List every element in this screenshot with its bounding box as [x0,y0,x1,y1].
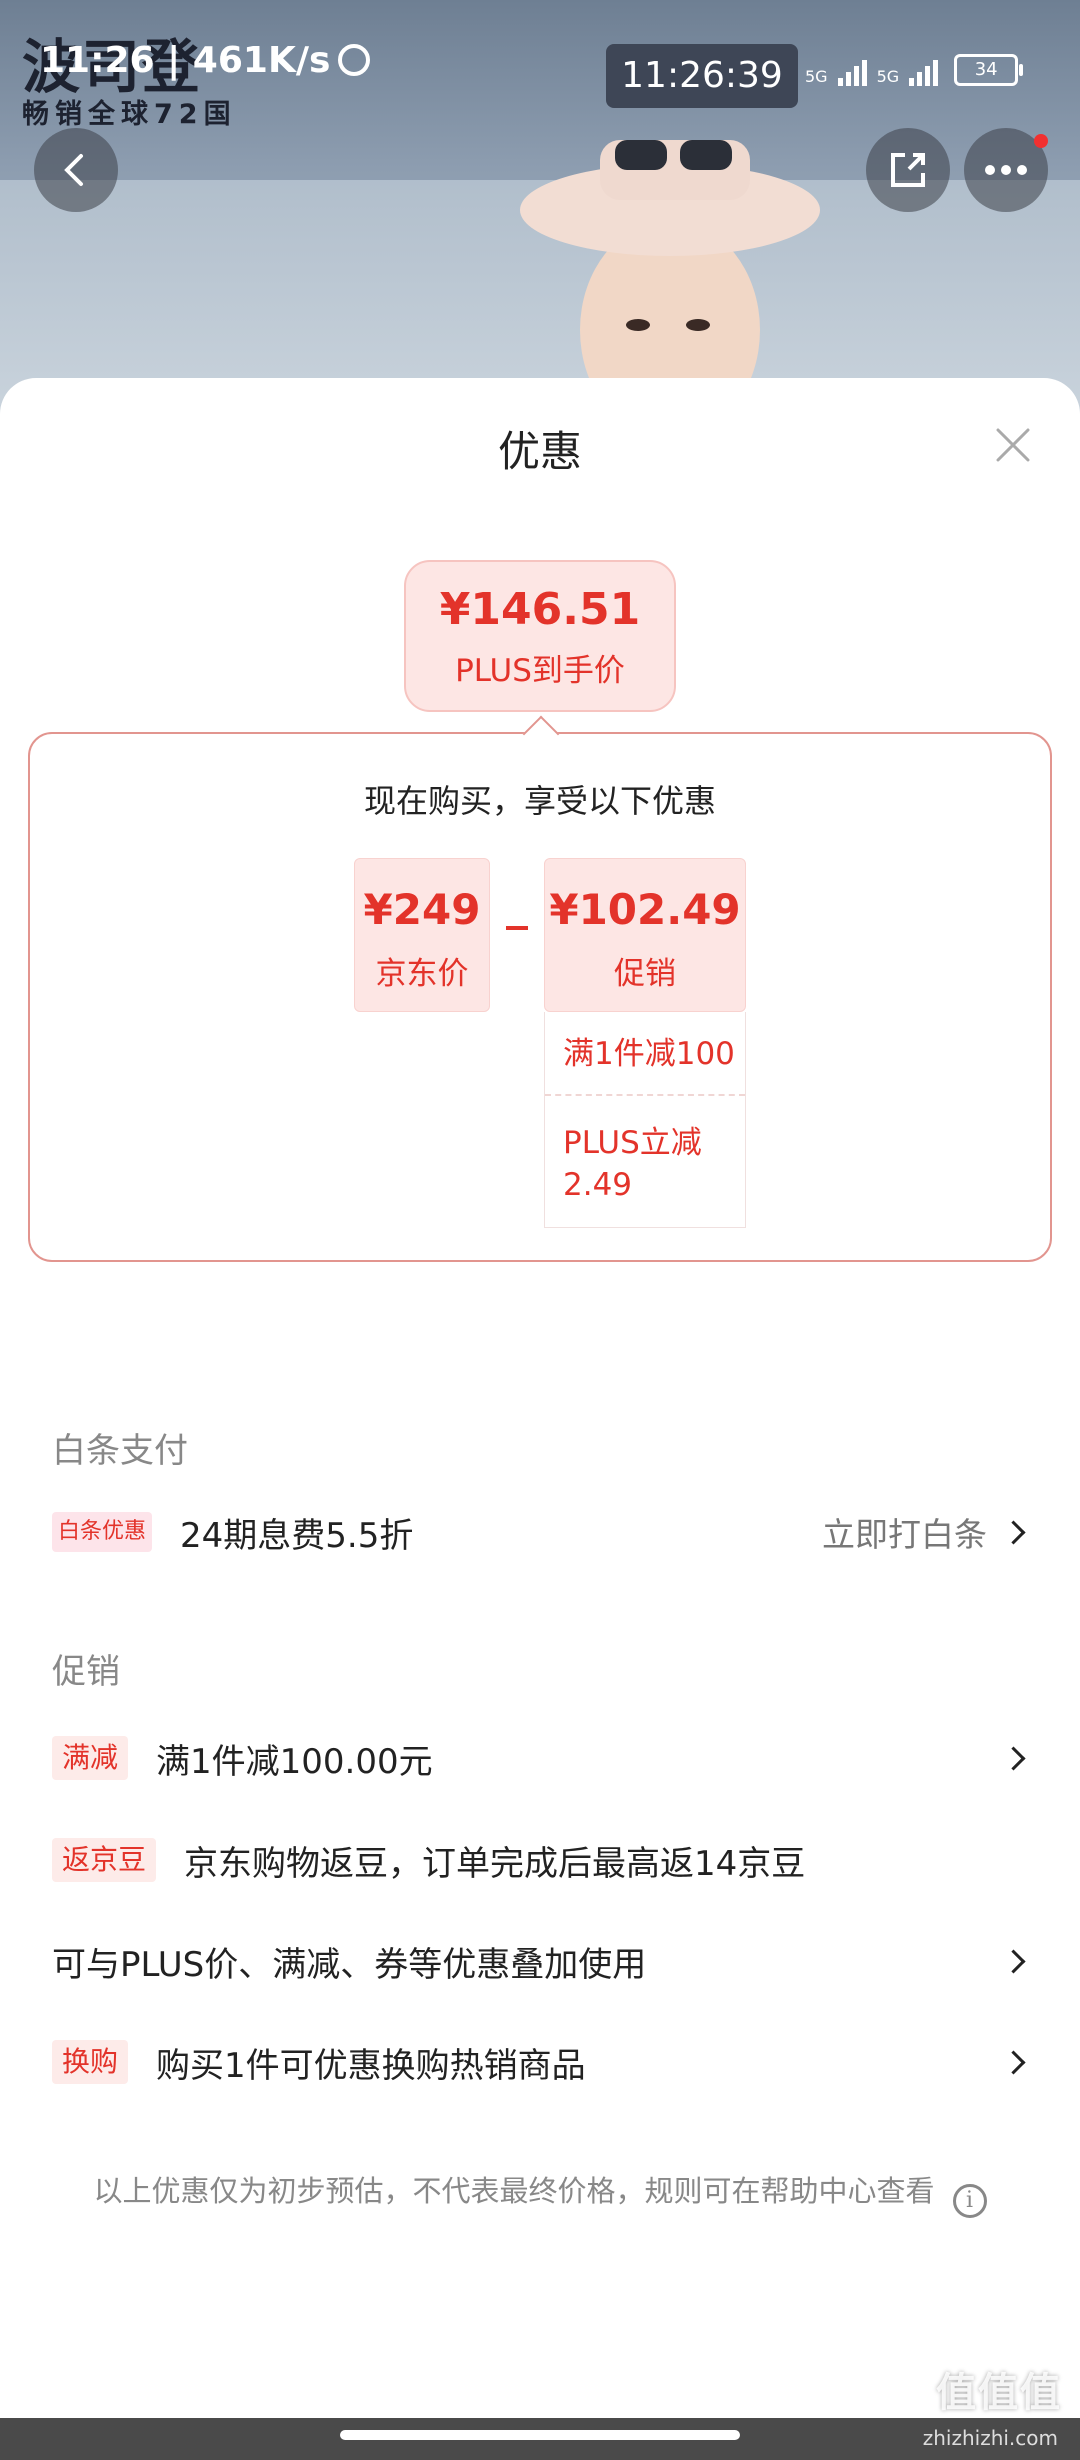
notification-dot [1034,134,1048,148]
baitiao-action[interactable]: 立即打白条 [822,1508,1032,1556]
signal-icon [909,56,939,86]
discount-sheet: 优惠 ¥146.51 PLUS到手价 现在购买，享受以下优惠 ¥249 京东价 … [0,378,1080,2460]
model-photo [520,140,820,420]
chevron-right-icon [1001,2049,1026,2075]
baitiao-text: 24期息费5.5折 [180,1515,414,1556]
back-button[interactable] [34,128,118,212]
final-price-amount: ¥146.51 [439,584,641,635]
final-price-label: PLUS到手价 [455,653,625,689]
plus-final-price-card: ¥146.51 PLUS到手价 [404,560,676,712]
network-label-2: 5G [876,67,900,86]
share-icon [891,153,925,187]
promo-price-label: 促销 [614,956,676,992]
jd-price-amount: ¥249 [363,885,481,934]
share-button[interactable] [866,128,950,212]
sheet-title: 优惠 [497,427,582,476]
disclaimer-text: 以上优惠仅为初步预估，不代表最终价格，规则可在帮助中心查看 [93,2174,935,2208]
more-dots-icon [985,165,1027,175]
home-indicator[interactable] [340,2430,740,2440]
baitiao-action-label: 立即打白条 [822,1515,987,1554]
promotions-section-title: 促销 [52,1652,120,1692]
watermark-url: zhizhizhi.com [922,2426,1058,2450]
baitiao-row[interactable]: 白条优惠 24期息费5.5折 立即打白条 [52,1502,1032,1562]
promotion-tag: 满减 [52,1736,129,1780]
promotion-row[interactable]: 换购 购买1件可优惠换购热销商品 [52,2032,1032,2092]
baitiao-tag: 白条优惠 [52,1512,153,1552]
brand-tagline: 畅销全球72国 [22,99,237,130]
baitiao-section-title: 白条支付 [52,1431,188,1471]
chevron-right-icon [1001,1745,1026,1771]
status-speed-text: 11:26 | 461K/s [40,40,331,81]
status-bar-left: 11:26 | 461K/s [40,40,371,81]
breakdown-headline: 现在购买，享受以下优惠 [363,782,716,820]
more-button[interactable] [964,128,1048,212]
system-nav-bar [0,2418,1080,2460]
close-icon[interactable] [990,422,1036,468]
promotion-text: 购买1件可优惠换购热销商品 [156,2045,586,2086]
promo-price-amount: ¥102.49 [549,885,741,934]
promotion-row[interactable]: 满减 满1件减100.00元 [52,1728,1032,1788]
promotion-tag: 返京豆 [52,1838,157,1882]
promotion-text: 可与PLUS价、满减、券等优惠叠加使用 [52,1944,647,1985]
status-bar-right: 5G 5G 34 [805,46,1024,86]
promotion-row[interactable]: 可与PLUS价、满减、券等优惠叠加使用 [52,1931,1032,1991]
promo-items-list: 满1件减100 PLUS立减 2.49 [544,1012,746,1228]
chevron-left-icon [64,154,83,186]
jd-price-card: ¥249 京东价 [354,858,490,1012]
watermark: 值值值 [936,2370,1062,2416]
status-time: 11:26:39 [606,44,798,108]
battery-icon: 34 [954,54,1024,86]
jd-price-label: 京东价 [375,956,469,992]
promotion-text: 京东购物返豆，订单完成后最高返14京豆 [184,1843,806,1884]
promo-item: PLUS立减 2.49 [563,1125,702,1203]
chevron-right-icon [1001,1519,1026,1545]
promotion-tag: 换购 [52,2040,129,2084]
promotion-text: 满1件减100.00元 [156,1741,433,1782]
disclaimer: 以上优惠仅为初步预估，不代表最终价格，规则可在帮助中心查看 i [0,2168,1080,2218]
promo-price-card: ¥102.49 促销 [544,858,746,1012]
price-breakdown-box: 现在购买，享受以下优惠 ¥249 京东价 ¥102.49 促销 满1件减100 … [28,732,1052,1262]
network-label-1: 5G [805,67,828,86]
signal-icon [837,56,867,86]
promotion-row: 返京豆 京东购物返豆，订单完成后最高返14京豆 [52,1830,1032,1890]
promo-item: 满1件减100 [545,1012,745,1096]
minus-sign [506,926,528,930]
chevron-right-icon [1001,1948,1026,1974]
alarm-icon [338,44,371,76]
info-icon[interactable]: i [952,2183,987,2218]
